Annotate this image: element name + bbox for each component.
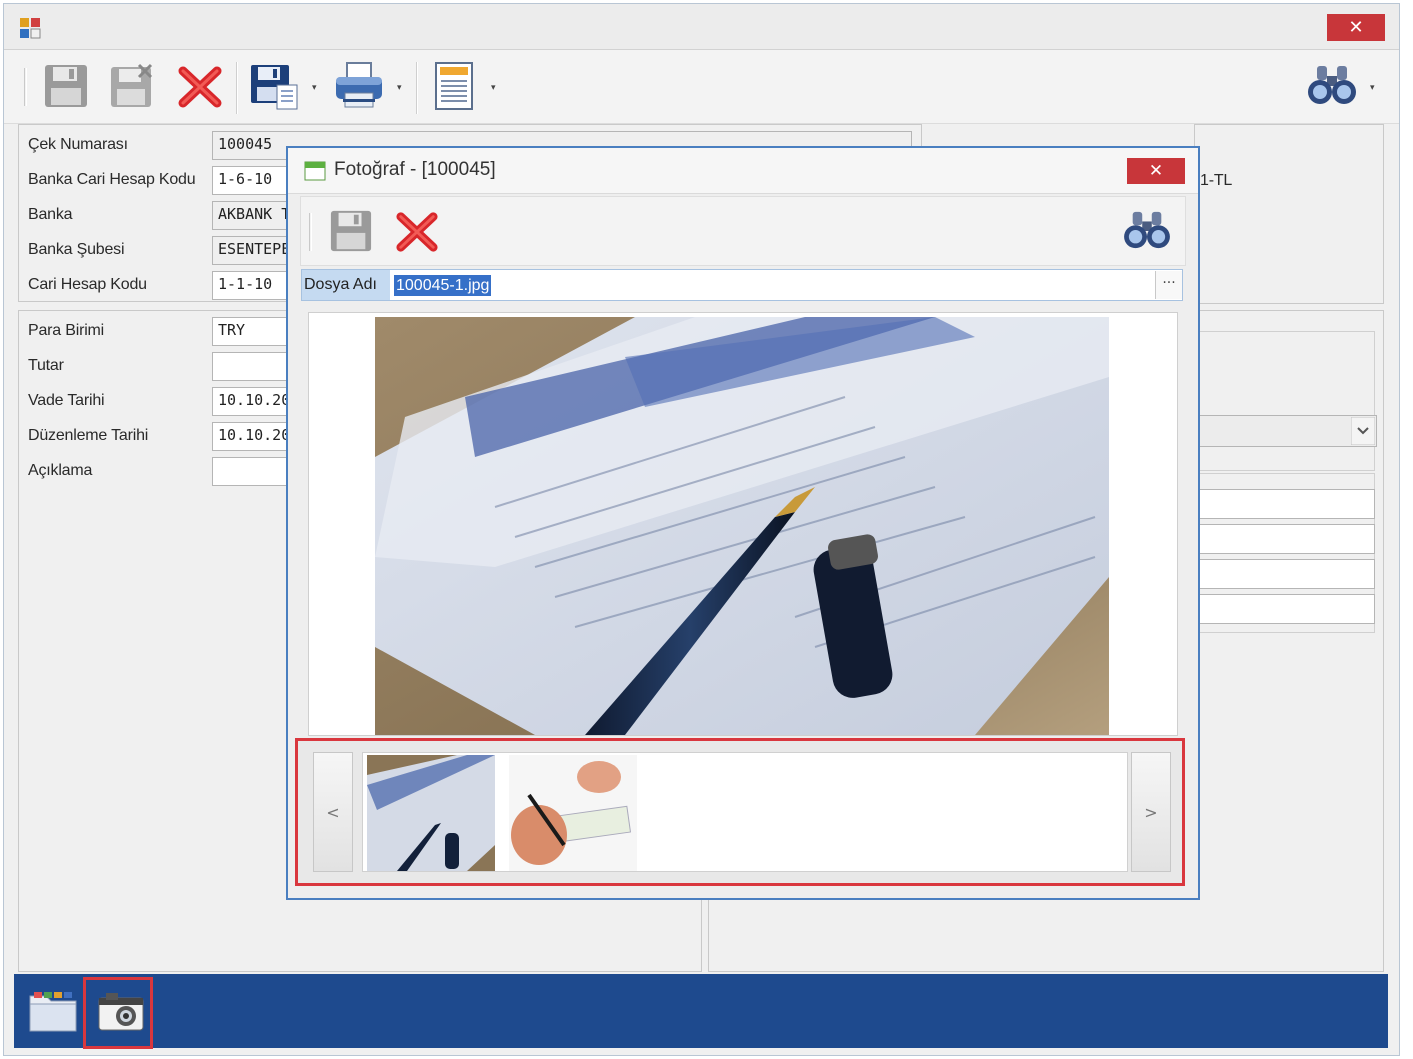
toolbar-separator — [236, 62, 238, 114]
report-icon — [435, 62, 473, 110]
photo-button-highlight — [83, 977, 153, 1049]
document-photo — [375, 317, 1109, 735]
right-field-3[interactable] — [1193, 559, 1375, 589]
print-dropdown[interactable]: ▾ — [397, 83, 407, 93]
folder-icon — [29, 992, 77, 1032]
print-icon — [336, 62, 382, 108]
toolbar-separator — [416, 62, 418, 114]
banka-cari-hesap-kodu-field[interactable]: 1-6-10 — [212, 166, 292, 195]
currency-code-text: 1-TL — [1200, 172, 1233, 189]
dialog-title: Fotoğraf - [100045] — [334, 159, 496, 180]
toolbar-grip — [309, 213, 312, 251]
para-birimi-field[interactable]: TRY — [212, 317, 292, 346]
field-label-cek-numarasi: Çek Numarası — [28, 136, 128, 153]
save-as-icon — [251, 65, 298, 110]
file-name-row: Dosya Adı 100045-1.jpg ··· — [301, 269, 1183, 301]
thumbnail-prev-button[interactable]: < — [313, 752, 353, 872]
cari-hesap-kodu-field[interactable]: 1-1-10 — [212, 271, 292, 300]
app-icon — [20, 18, 41, 39]
photo-dialog: Fotoğraf - [100045] ✕ Dosya Adı 100045-1… — [286, 146, 1200, 900]
field-label-duzenleme-tarihi: Düzenleme Tarihi — [28, 427, 149, 444]
right-field-1[interactable] — [1193, 489, 1375, 519]
delete-icon — [396, 212, 438, 252]
save-icon — [330, 210, 372, 252]
thumbnail-1[interactable] — [367, 755, 495, 871]
aciklama-field[interactable] — [212, 457, 292, 486]
delete-icon — [178, 66, 222, 108]
save-as-button[interactable] — [248, 60, 300, 112]
window-icon — [304, 161, 326, 181]
field-label-banka-cari-hesap-kodu: Banka Cari Hesap Kodu — [28, 171, 196, 188]
field-label-banka-subesi: Banka Şubesi — [28, 241, 125, 258]
vade-tarihi-field[interactable]: 10.10.20 — [212, 387, 292, 416]
save-button[interactable] — [40, 60, 92, 112]
save-close-button[interactable] — [106, 60, 158, 112]
print-button[interactable] — [333, 60, 385, 112]
save-as-dropdown[interactable]: ▾ — [312, 83, 322, 93]
field-label-vade-tarihi: Vade Tarihi — [28, 392, 105, 409]
field-label-aciklama: Açıklama — [28, 462, 93, 479]
dialog-toolbar — [300, 196, 1186, 266]
chevron-down-icon — [1351, 417, 1375, 445]
banka-field[interactable]: AKBANK T — [212, 201, 292, 230]
dialog-save-button[interactable] — [325, 205, 377, 257]
banka-subesi-field[interactable]: ESENTEPE — [212, 236, 292, 265]
right-field-4[interactable] — [1193, 594, 1375, 624]
right-combo[interactable] — [1189, 415, 1377, 447]
dialog-close-button[interactable]: ✕ — [1127, 158, 1185, 184]
toolbar: ▾ ▾ ▾ ▾ — [4, 50, 1399, 124]
title-bar: ✕ — [4, 4, 1399, 50]
file-name-label: Dosya Adı — [302, 270, 390, 300]
thumbnail-next-button[interactable]: > — [1131, 752, 1171, 872]
documents-button[interactable] — [28, 988, 78, 1034]
right-field-2[interactable] — [1193, 524, 1375, 554]
bottom-taskbar — [14, 974, 1388, 1048]
search-button[interactable] — [1302, 60, 1362, 112]
binoculars-icon — [1308, 66, 1356, 104]
field-label-banka: Banka — [28, 206, 73, 223]
duzenleme-tarihi-field[interactable]: 10.10.20 — [212, 422, 292, 451]
right-header-panel: 1-TL — [1194, 124, 1384, 304]
binoculars-icon — [1124, 211, 1170, 249]
field-label-tutar: Tutar — [28, 357, 64, 374]
field-label-para-birimi: Para Birimi — [28, 322, 105, 339]
thumbnail-2[interactable] — [509, 755, 637, 871]
report-button[interactable] — [428, 60, 480, 112]
dialog-search-button[interactable] — [1119, 205, 1175, 257]
delete-button[interactable] — [174, 60, 226, 112]
save-icon — [45, 65, 87, 107]
toolbar-grip — [24, 68, 27, 106]
search-dropdown[interactable]: ▾ — [1370, 83, 1380, 93]
save-disabled-icon — [111, 63, 153, 107]
file-name-input[interactable]: 100045-1.jpg — [394, 275, 492, 296]
report-dropdown[interactable]: ▾ — [491, 83, 501, 93]
thumbnail-list — [362, 752, 1128, 872]
tutar-field[interactable] — [212, 352, 292, 381]
dialog-title-bar: Fotoğraf - [100045] ✕ — [288, 148, 1198, 194]
thumbnail-strip: < > — [295, 738, 1185, 886]
dialog-delete-button[interactable] — [391, 205, 443, 257]
browse-button[interactable]: ··· — [1155, 271, 1182, 299]
field-label-cari-hesap-kodu: Cari Hesap Kodu — [28, 276, 147, 293]
close-button[interactable]: ✕ — [1327, 14, 1385, 41]
right-group-box — [1189, 331, 1375, 471]
photo-viewer — [308, 312, 1178, 736]
